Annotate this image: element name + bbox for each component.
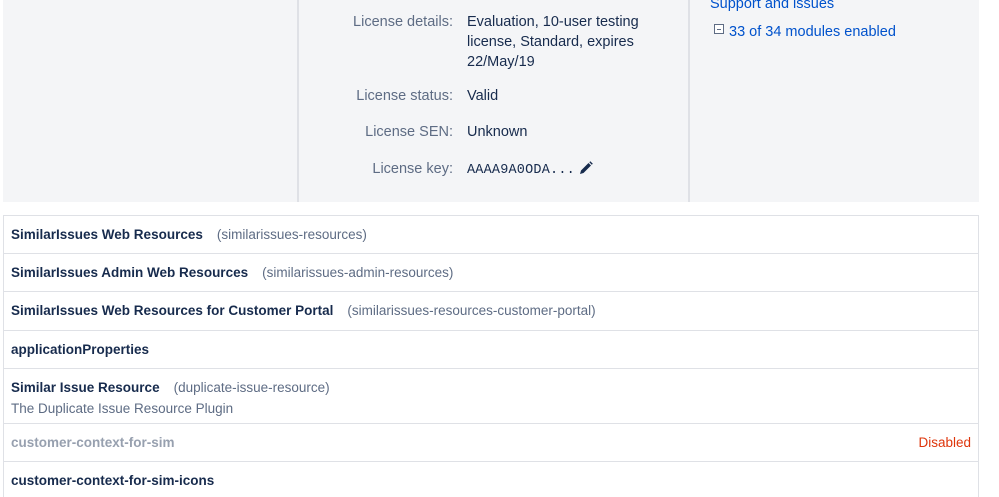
license-details-line: license, Standard, expires bbox=[467, 34, 634, 50]
module-row[interactable]: SimilarIssues Admin Web Resources (simila… bbox=[4, 254, 978, 292]
license-key-text: AAAA9A0ODA... bbox=[467, 163, 575, 178]
collapse-icon[interactable] bbox=[714, 24, 724, 34]
module-row[interactable]: SimilarIssues Web Resources for Customer… bbox=[4, 292, 978, 331]
module-name: customer-context-for-sim-icons bbox=[11, 473, 215, 488]
module-name: SimilarIssues Web Resources bbox=[11, 227, 203, 242]
module-row[interactable]: SimilarIssues Web Resources (similarissue… bbox=[4, 216, 978, 254]
module-row-disabled[interactable]: customer-context-for-sim Disabled bbox=[4, 424, 978, 462]
license-sen-label: License SEN: bbox=[365, 124, 453, 140]
module-name: SimilarIssues Web Resources for Customer… bbox=[11, 303, 334, 318]
license-key-value: AAAA9A0ODA... bbox=[467, 159, 677, 181]
license-key-label: License key: bbox=[372, 161, 453, 177]
modules-toggle[interactable]: 33 of 34 modules enabled bbox=[714, 24, 896, 40]
license-details-label: License details: bbox=[353, 14, 453, 30]
module-row[interactable]: customer-context-for-sim-icons bbox=[4, 462, 978, 497]
license-details-line: Evaluation, 10-user testing bbox=[467, 14, 639, 30]
license-sen-value: Unknown bbox=[467, 124, 528, 140]
license-info-column: License details: Evaluation, 10-user tes… bbox=[297, 0, 690, 202]
plugin-links-column: Support and issues 33 of 34 modules enab… bbox=[690, 0, 979, 202]
module-name: applicationProperties bbox=[11, 342, 150, 357]
edit-pencil-icon[interactable] bbox=[579, 161, 593, 181]
license-status-value: Valid bbox=[467, 88, 499, 104]
module-row[interactable]: Similar Issue Resource (duplicate-issue-r… bbox=[4, 369, 978, 424]
modules-enabled-link[interactable]: 33 of 34 modules enabled bbox=[729, 24, 896, 40]
module-name: SimilarIssues Admin Web Resources bbox=[11, 265, 249, 280]
license-details-line: 22/May/19 bbox=[467, 54, 535, 70]
module-list: SimilarIssues Web Resources (similarissue… bbox=[3, 215, 979, 497]
module-description: The Duplicate Issue Resource Plugin bbox=[11, 401, 234, 416]
page: License details: Evaluation, 10-user tes… bbox=[0, 0, 999, 497]
module-name: Similar Issue Resource bbox=[11, 380, 160, 395]
plugin-info-left-column bbox=[3, 0, 297, 202]
module-row[interactable]: applicationProperties bbox=[4, 331, 978, 369]
license-status-label: License status: bbox=[356, 88, 453, 104]
license-details-value: Evaluation, 10-user testing license, Sta… bbox=[467, 12, 677, 72]
plugin-info-panel: License details: Evaluation, 10-user tes… bbox=[3, 0, 979, 202]
module-key: (similarissues-resources) bbox=[216, 227, 367, 242]
module-name: customer-context-for-sim bbox=[11, 435, 175, 450]
support-and-issues-link[interactable]: Support and issues bbox=[710, 0, 834, 12]
module-key: (similarissues-admin-resources) bbox=[262, 265, 454, 280]
module-key: (duplicate-issue-resource) bbox=[173, 380, 330, 395]
disabled-status-label: Disabled bbox=[918, 435, 971, 450]
module-key: (similarissues-resources-customer-portal… bbox=[347, 303, 596, 318]
